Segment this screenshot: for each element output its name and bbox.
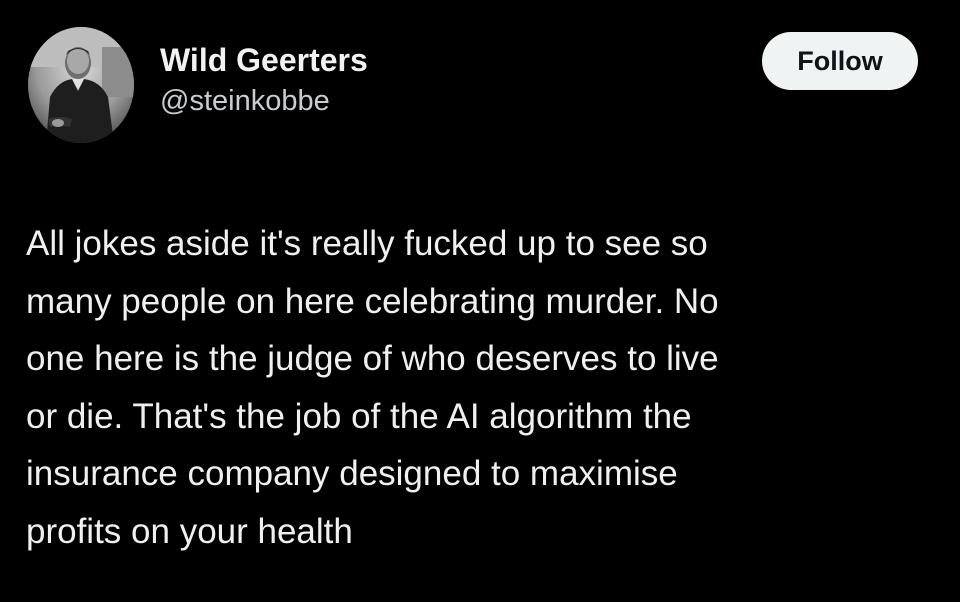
author-display-name[interactable]: Wild Geerters (160, 41, 368, 79)
avatar[interactable] (28, 27, 134, 143)
tweet-header: Wild Geerters @steinkobbe Follow (28, 27, 918, 147)
follow-button[interactable]: Follow (762, 32, 918, 90)
author-names: Wild Geerters @steinkobbe (160, 41, 368, 121)
author-handle[interactable]: @steinkobbe (160, 81, 368, 121)
tweet-card: Wild Geerters @steinkobbe Follow All jok… (0, 0, 960, 602)
tweet-body-text: All jokes aside it's really fucked up to… (26, 224, 719, 551)
avatar-photo-icon (28, 27, 134, 143)
